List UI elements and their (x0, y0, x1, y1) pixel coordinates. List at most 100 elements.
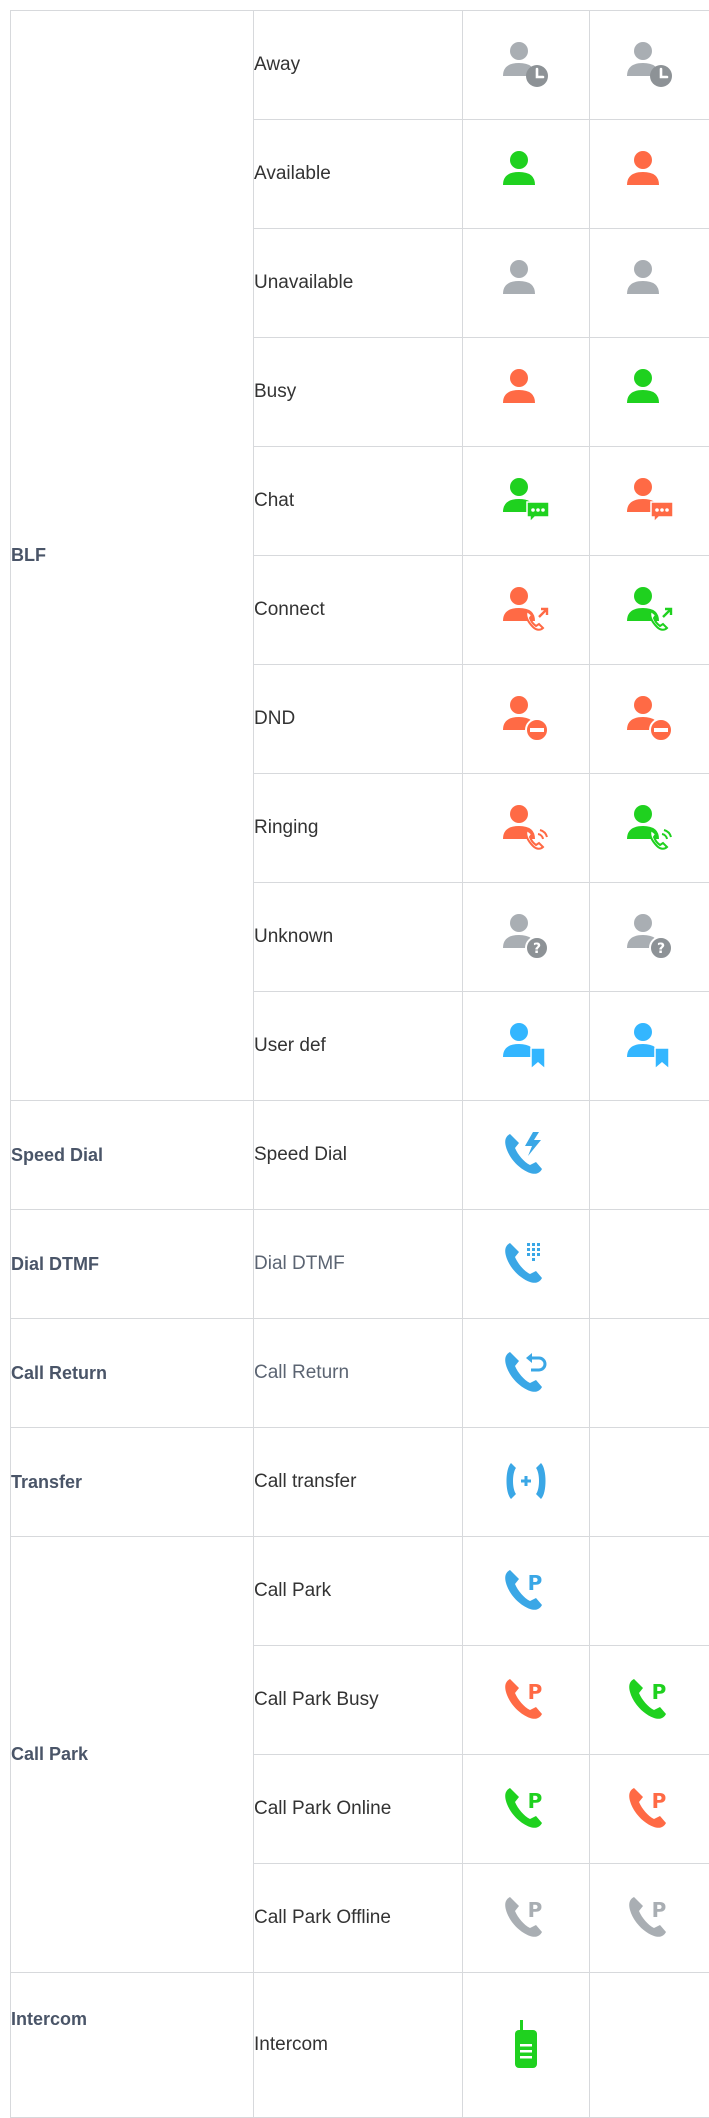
icon-cell (463, 1973, 590, 2118)
icon-cell (590, 556, 709, 665)
call-return-icon (497, 1344, 555, 1402)
feature-cell: Available (254, 120, 463, 229)
user-def-icon (621, 1017, 679, 1075)
feature-cell: Speed Dial (254, 1101, 463, 1210)
table-row: BLF Away (11, 11, 709, 120)
feature-cell: Unknown (254, 883, 463, 992)
svg-text:P: P (652, 1898, 667, 1922)
icon-cell (590, 1428, 709, 1537)
feature-cell: Call Return (254, 1319, 463, 1428)
feature-cell: Connect (254, 556, 463, 665)
icon-cell (463, 11, 590, 120)
svg-text:?: ? (533, 941, 541, 957)
icon-cell: P (463, 1864, 590, 1973)
icon-cell (463, 992, 590, 1101)
available-icon (497, 145, 555, 203)
icon-cell (463, 229, 590, 338)
chat-icon (621, 472, 679, 530)
icon-cell: P (463, 1646, 590, 1755)
icon-cell: ? (463, 883, 590, 992)
feature-cell: Dial DTMF (254, 1210, 463, 1319)
icon-cell (590, 665, 709, 774)
icon-cell: ? (590, 883, 709, 992)
table-row: Call Return Call Return (11, 1319, 709, 1428)
busy-icon (621, 363, 679, 421)
call-park-online-icon: P (497, 1780, 555, 1838)
table-row: Speed Dial Speed Dial (11, 1101, 709, 1210)
feature-cell: Away (254, 11, 463, 120)
feature-cell: Call Park Online (254, 1755, 463, 1864)
icon-cell (590, 992, 709, 1101)
svg-text:P: P (528, 1680, 543, 1704)
icon-cell (590, 1973, 709, 2118)
dnd-icon (621, 690, 679, 748)
icon-cell (463, 1428, 590, 1537)
category-cell: Intercom (11, 1973, 254, 2118)
feature-cell: Chat (254, 447, 463, 556)
icon-cell (463, 1319, 590, 1428)
icon-cell (590, 229, 709, 338)
svg-text:P: P (652, 1789, 667, 1813)
unavailable-icon (621, 254, 679, 312)
away-icon (497, 36, 555, 94)
icon-cell: P (590, 1755, 709, 1864)
icon-cell (463, 1210, 590, 1319)
intercom-icon (497, 2016, 555, 2074)
user-def-icon (497, 1017, 555, 1075)
category-cell: Call Return (11, 1319, 254, 1428)
icon-cell: P (590, 1646, 709, 1755)
feature-cell: Call Park Offline (254, 1864, 463, 1973)
speed-dial-icon (497, 1126, 555, 1184)
icon-cell (590, 1319, 709, 1428)
feature-cell: Unavailable (254, 229, 463, 338)
unknown-icon: ? (621, 908, 679, 966)
icon-cell (590, 1101, 709, 1210)
icon-cell (590, 1537, 709, 1646)
call-park-online-icon: P (621, 1780, 679, 1838)
category-cell: Transfer (11, 1428, 254, 1537)
icon-cell (463, 665, 590, 774)
icon-cell (463, 120, 590, 229)
icon-cell (590, 774, 709, 883)
available-icon (621, 145, 679, 203)
call-park-offline-icon: P (497, 1889, 555, 1947)
svg-text:?: ? (657, 941, 665, 957)
call-park-offline-icon: P (621, 1889, 679, 1947)
icon-cell (463, 447, 590, 556)
icon-cell (590, 11, 709, 120)
unknown-icon: ? (497, 908, 555, 966)
away-icon (621, 36, 679, 94)
feature-cell: DND (254, 665, 463, 774)
icon-cell: P (590, 1864, 709, 1973)
icon-cell (590, 120, 709, 229)
feature-cell: Call Park Busy (254, 1646, 463, 1755)
feature-icon-table: BLF Away Available Unavailable (10, 10, 709, 2118)
ringing-icon (621, 799, 679, 857)
icon-cell (463, 556, 590, 665)
busy-icon (497, 363, 555, 421)
category-cell: Dial DTMF (11, 1210, 254, 1319)
chat-icon (497, 472, 555, 530)
table-row: Intercom Intercom (11, 1973, 709, 2118)
icon-cell (463, 1101, 590, 1210)
call-park-icon: P (497, 1562, 555, 1620)
connect-icon (621, 581, 679, 639)
svg-text:P: P (528, 1789, 543, 1813)
unavailable-icon (497, 254, 555, 312)
ringing-icon (497, 799, 555, 857)
icon-cell (590, 1210, 709, 1319)
call-transfer-icon (497, 1453, 555, 1511)
table-row: Transfer Call transfer (11, 1428, 709, 1537)
icon-cell (463, 338, 590, 447)
svg-text:P: P (528, 1898, 543, 1922)
category-cell: Speed Dial (11, 1101, 254, 1210)
icon-cell: P (463, 1755, 590, 1864)
icon-cell: P (463, 1537, 590, 1646)
feature-cell: Busy (254, 338, 463, 447)
dnd-icon (497, 690, 555, 748)
svg-text:P: P (528, 1571, 543, 1595)
icon-cell (590, 447, 709, 556)
icon-cell (590, 338, 709, 447)
feature-cell: Call Park (254, 1537, 463, 1646)
table-row: Call Park Call Park P (11, 1537, 709, 1646)
